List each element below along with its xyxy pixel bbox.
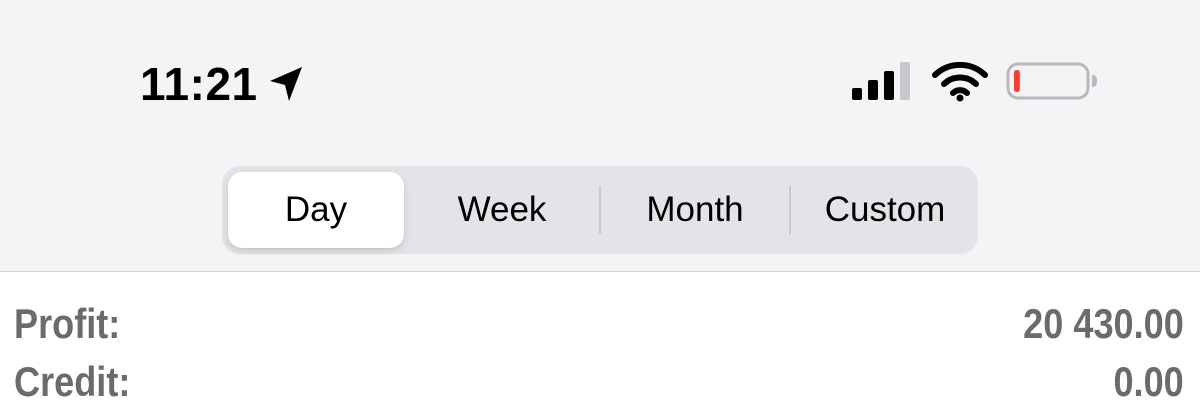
battery-icon xyxy=(1006,62,1097,100)
profit-value: 20 430.00 xyxy=(1023,300,1184,347)
profit-label: Profit: xyxy=(14,300,121,347)
top-header: 11:21 Day Week Month Custom xyxy=(0,0,1200,272)
period-segmented-control: Day Week Month Custom xyxy=(222,166,978,254)
segment-week[interactable]: Week xyxy=(410,172,594,248)
segment-day[interactable]: Day xyxy=(228,172,404,248)
segment-divider xyxy=(599,186,601,234)
segment-month[interactable]: Month xyxy=(602,172,788,248)
status-time: 11:21 xyxy=(140,58,258,110)
credit-label: Credit: xyxy=(14,358,131,405)
cellular-signal-icon xyxy=(852,62,910,100)
segment-divider xyxy=(789,186,791,234)
credit-value: 0.00 xyxy=(1113,358,1184,405)
segment-custom[interactable]: Custom xyxy=(792,172,978,248)
wifi-icon xyxy=(932,62,988,102)
location-arrow-icon xyxy=(270,67,302,101)
